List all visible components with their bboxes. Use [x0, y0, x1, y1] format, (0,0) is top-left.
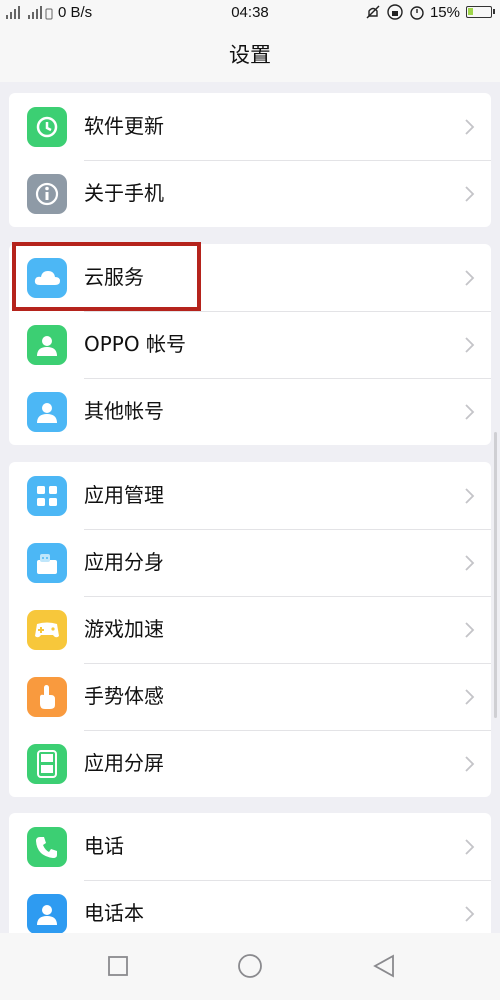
app-clone-item[interactable]: 应用分身: [9, 529, 491, 596]
chevron-right-icon: [465, 906, 475, 922]
other-accounts-label: 其他帐号: [84, 399, 164, 423]
about-phone-label: 关于手机: [84, 181, 164, 205]
battery-percent: 15%: [429, 4, 460, 21]
gesture-icon: [27, 677, 67, 717]
settings-group-apps: 应用管理 应用分身 游戏加速 手势体感 应用分屏: [9, 462, 491, 797]
game-boost-item[interactable]: 游戏加速: [9, 596, 491, 663]
back-button[interactable]: [371, 953, 397, 979]
app-clone-label: 应用分身: [84, 550, 164, 574]
gesture-item[interactable]: 手势体感: [9, 663, 491, 730]
cloud-service-item[interactable]: 云服务: [9, 244, 491, 311]
cloud-icon: [27, 258, 67, 298]
software-update-icon: [27, 107, 67, 147]
settings-group-phone: 电话 电话本: [9, 813, 491, 947]
game-boost-icon: [27, 610, 67, 650]
settings-group-accounts: 云服务 OPPO 帐号 其他帐号: [9, 244, 491, 445]
chevron-right-icon: [465, 622, 475, 638]
chevron-right-icon: [465, 756, 475, 772]
phone-icon: [27, 827, 67, 867]
contacts-icon: [27, 894, 67, 934]
phone-item[interactable]: 电话: [9, 813, 491, 880]
chevron-right-icon: [465, 186, 475, 202]
other-accounts-icon: [27, 392, 67, 432]
phone-label: 电话: [84, 834, 124, 858]
chevron-right-icon: [465, 555, 475, 571]
settings-group-system: 软件更新 关于手机: [9, 93, 491, 227]
alarm-icon: [410, 6, 424, 20]
chevron-right-icon: [465, 337, 475, 353]
page-title: 设置: [0, 26, 500, 82]
app-clone-icon: [27, 543, 67, 583]
other-accounts-item[interactable]: 其他帐号: [9, 378, 491, 445]
recent-apps-button[interactable]: [105, 953, 131, 979]
chevron-right-icon: [465, 119, 475, 135]
cloud-service-label: 云服务: [84, 265, 144, 289]
chevron-right-icon: [465, 488, 475, 504]
info-icon: [27, 174, 67, 214]
software-update-item[interactable]: 软件更新: [9, 93, 491, 160]
chevron-right-icon: [465, 270, 475, 286]
app-management-icon: [27, 476, 67, 516]
split-screen-label: 应用分屏: [84, 751, 164, 775]
chevron-right-icon: [465, 689, 475, 705]
oppo-account-label: OPPO 帐号: [84, 332, 186, 356]
split-screen-item[interactable]: 应用分屏: [9, 730, 491, 797]
scrollbar[interactable]: [494, 432, 497, 718]
split-screen-icon: [27, 744, 67, 784]
oppo-account-item[interactable]: OPPO 帐号: [9, 311, 491, 378]
battery-icon: [466, 6, 495, 18]
oppo-account-icon: [27, 325, 67, 365]
software-update-label: 软件更新: [84, 114, 164, 138]
chevron-right-icon: [465, 839, 475, 855]
home-button[interactable]: [237, 953, 263, 979]
app-management-item[interactable]: 应用管理: [9, 462, 491, 529]
lock-rotation-icon: [387, 4, 403, 20]
gesture-label: 手势体感: [84, 684, 164, 708]
mute-icon: [366, 5, 380, 19]
game-boost-label: 游戏加速: [84, 617, 164, 641]
navigation-bar: [0, 933, 500, 1000]
status-bar: 0 B/s 04:38 15%: [0, 0, 500, 26]
app-management-label: 应用管理: [84, 483, 164, 507]
chevron-right-icon: [465, 404, 475, 420]
about-phone-item[interactable]: 关于手机: [9, 160, 491, 227]
